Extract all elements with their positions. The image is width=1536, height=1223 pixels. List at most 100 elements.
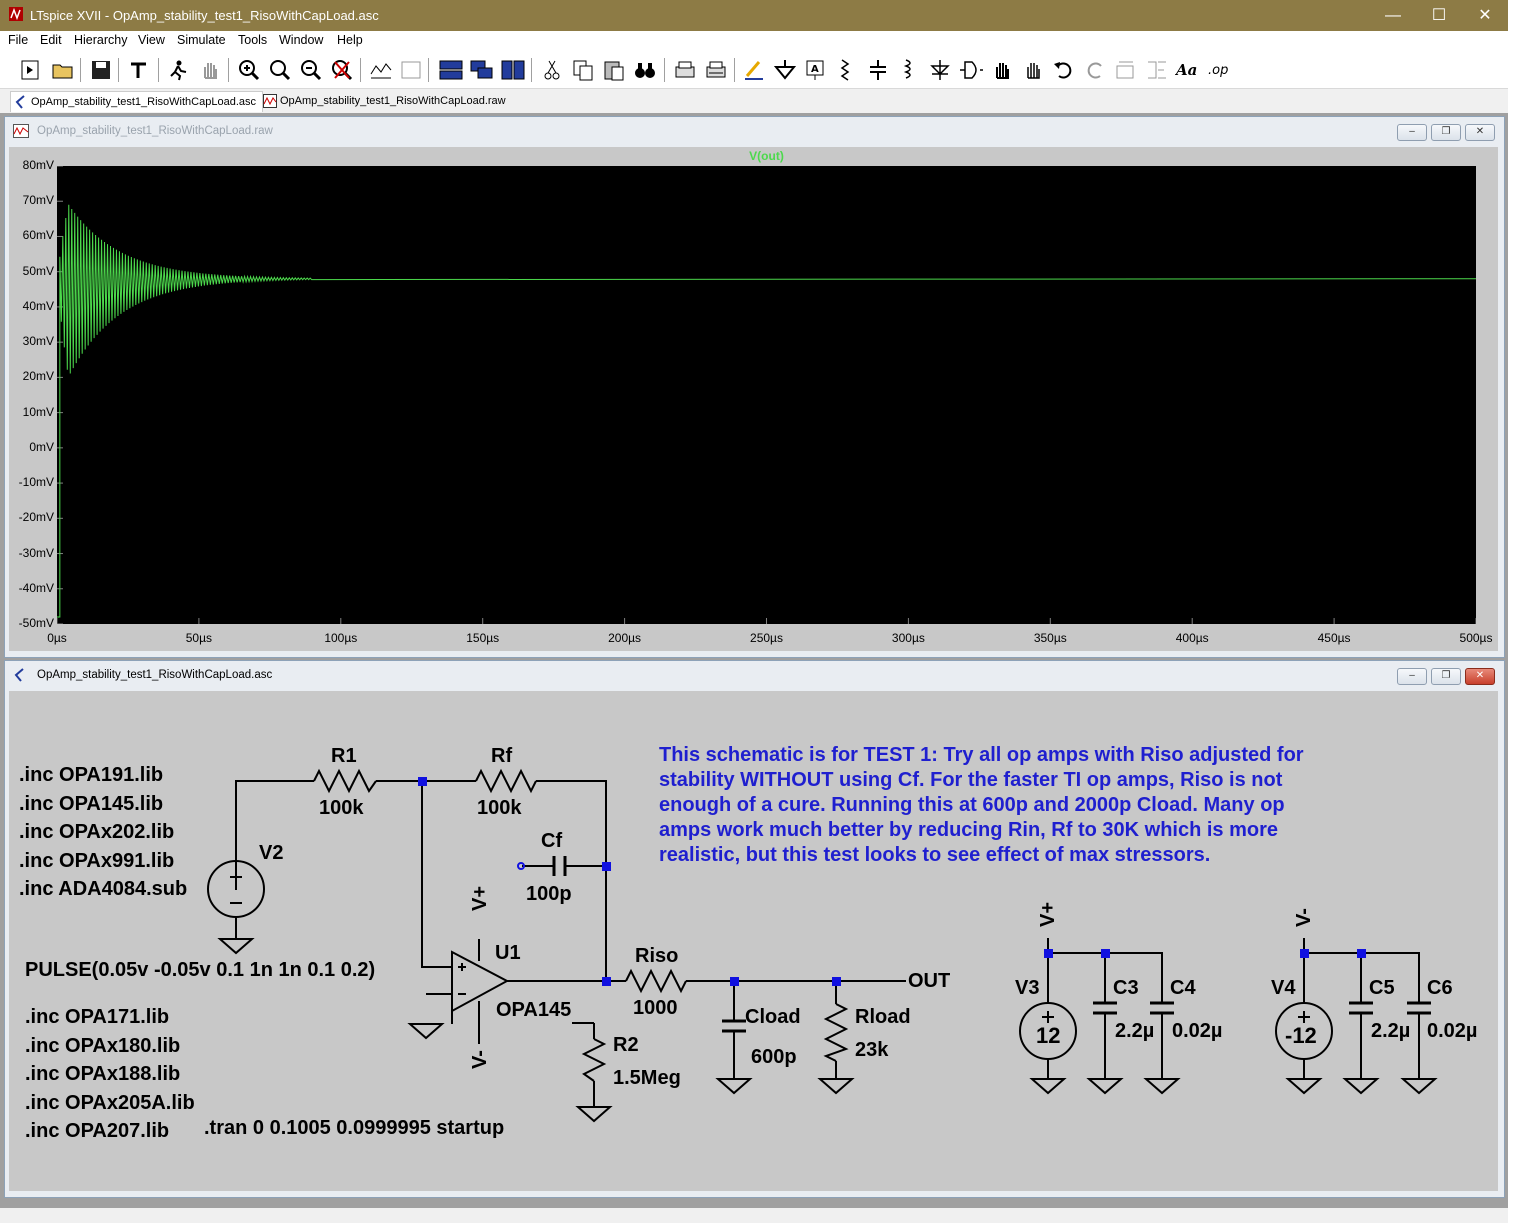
run-icon[interactable] — [165, 58, 191, 82]
cascade-icon[interactable] — [469, 58, 495, 82]
r1-value[interactable]: 100k — [319, 797, 364, 820]
zoom-out-icon[interactable] — [298, 58, 324, 82]
schematic-close-icon[interactable]: ✕ — [1465, 668, 1495, 685]
spice-directive-icon[interactable]: .op — [1206, 58, 1232, 82]
inductor-icon[interactable] — [896, 58, 922, 82]
schematic-comment[interactable]: This schematic is for TEST 1: Try all op… — [659, 743, 1304, 868]
cload-label[interactable]: Cload — [745, 1006, 801, 1029]
rf-value[interactable]: 100k — [477, 797, 522, 820]
trace-label[interactable]: V(out) — [57, 149, 1476, 163]
minimize-icon[interactable]: — — [1370, 0, 1416, 31]
menu-view[interactable]: View — [138, 33, 165, 47]
control-panel-icon[interactable] — [126, 58, 152, 82]
halt-icon[interactable] — [197, 58, 223, 82]
rload-label[interactable]: Rload — [855, 1006, 911, 1029]
c6-value[interactable]: 0.02µ — [1427, 1020, 1477, 1043]
c3-label[interactable]: C3 — [1113, 977, 1139, 1000]
waveform-restore-icon[interactable]: ❐ — [1431, 124, 1461, 141]
schematic-window-titlebar[interactable]: OpAmp_stability_test1_RisoWithCapLoad.as… — [5, 661, 1504, 689]
find-icon[interactable] — [632, 58, 658, 82]
directives-top[interactable]: .inc OPA191.lib .inc OPA145.lib .inc OPA… — [19, 761, 187, 904]
schematic-restore-icon[interactable]: ❐ — [1431, 668, 1461, 685]
open-icon[interactable] — [50, 58, 76, 82]
tile-vertical-icon[interactable] — [500, 58, 526, 82]
component-icon[interactable] — [958, 58, 984, 82]
directives-bottom[interactable]: .inc OPA171.lib .inc OPAx180.lib .inc OP… — [25, 1003, 195, 1146]
mirror-icon[interactable] — [1144, 58, 1170, 82]
cf-label[interactable]: Cf — [541, 830, 562, 853]
plot-area[interactable] — [57, 166, 1476, 624]
v4-net-label[interactable]: V- — [1293, 908, 1316, 927]
u1-label[interactable]: U1 — [495, 942, 521, 965]
riso-value[interactable]: 1000 — [633, 997, 678, 1020]
zoom-full-icon[interactable] — [329, 58, 355, 82]
c6-label[interactable]: C6 — [1427, 977, 1453, 1000]
text-icon[interactable]: Aa — [1175, 58, 1201, 82]
r2-value[interactable]: 1.5Meg — [613, 1067, 681, 1090]
c4-value[interactable]: 0.02µ — [1172, 1020, 1222, 1043]
schematic-canvas[interactable]: .inc OPA191.lib .inc OPA145.lib .inc OPA… — [9, 691, 1498, 1191]
v3-value[interactable]: 12 — [1036, 1023, 1060, 1049]
cload-value[interactable]: 600p — [751, 1046, 797, 1069]
pan-icon[interactable] — [267, 58, 293, 82]
waveform-close-icon[interactable]: ✕ — [1465, 124, 1495, 141]
redo-icon[interactable] — [1082, 58, 1108, 82]
undo-icon[interactable] — [1051, 58, 1077, 82]
menu-hierarchy[interactable]: Hierarchy — [74, 33, 128, 47]
r1-label[interactable]: R1 — [331, 745, 357, 768]
paste-icon[interactable] — [601, 58, 627, 82]
v4-value[interactable]: -12 — [1285, 1023, 1317, 1049]
waveform-minimize-icon[interactable]: – — [1397, 124, 1427, 141]
close-icon[interactable]: ✕ — [1462, 0, 1508, 31]
c5-label[interactable]: C5 — [1369, 977, 1395, 1000]
c4-label[interactable]: C4 — [1170, 977, 1196, 1000]
copy-icon[interactable] — [570, 58, 596, 82]
tile-horizontal-icon[interactable] — [438, 58, 464, 82]
v2-label[interactable]: V2 — [259, 842, 283, 865]
menu-file[interactable]: File — [8, 33, 28, 47]
v3-label[interactable]: V3 — [1015, 977, 1039, 1000]
menu-simulate[interactable]: Simulate — [177, 33, 226, 47]
save-icon[interactable] — [88, 58, 114, 82]
drag-icon[interactable] — [1020, 58, 1046, 82]
menu-help[interactable]: Help — [337, 33, 363, 47]
c3-value[interactable]: 2.2µ — [1115, 1020, 1154, 1043]
tran-directive[interactable]: .tran 0 0.1005 0.0999995 startup — [204, 1117, 504, 1140]
pulse-source-value[interactable]: PULSE(0.05v -0.05v 0.1 1n 1n 0.1 0.2) — [25, 959, 375, 982]
menu-edit[interactable]: Edit — [40, 33, 62, 47]
menu-tools[interactable]: Tools — [238, 33, 267, 47]
maximize-icon[interactable]: ☐ — [1416, 0, 1462, 31]
diode-icon[interactable] — [927, 58, 953, 82]
print-icon[interactable] — [672, 58, 698, 82]
ground-icon[interactable] — [772, 58, 798, 82]
new-schematic-icon[interactable] — [18, 58, 44, 82]
rotate-icon[interactable] — [1113, 58, 1139, 82]
rload-value[interactable]: 23k — [855, 1039, 888, 1062]
menu-window[interactable]: Window — [279, 33, 323, 47]
rf-label[interactable]: Rf — [491, 745, 512, 768]
schematic-minimize-icon[interactable]: – — [1397, 668, 1427, 685]
move-icon[interactable] — [989, 58, 1015, 82]
c5-value[interactable]: 2.2µ — [1371, 1020, 1410, 1043]
waveform-window-titlebar[interactable]: OpAmp_stability_test1_RisoWithCapLoad.ra… — [5, 117, 1504, 145]
riso-label[interactable]: Riso — [635, 945, 678, 968]
cf-value[interactable]: 100p — [526, 883, 572, 906]
label-net-icon[interactable]: A — [803, 58, 829, 82]
draw-wire-icon[interactable] — [741, 58, 767, 82]
r2-label[interactable]: R2 — [613, 1034, 639, 1057]
v3-net-label[interactable]: V+ — [1037, 902, 1060, 927]
tab-waveform[interactable]: OpAmp_stability_test1_RisoWithCapLoad.ra… — [260, 91, 506, 111]
opamp-vplus-label[interactable]: V+ — [469, 886, 492, 911]
zoom-in-icon[interactable] — [236, 58, 262, 82]
resistor-icon[interactable] — [834, 58, 860, 82]
u1-model[interactable]: OPA145 — [496, 999, 571, 1022]
cut-icon[interactable] — [539, 58, 565, 82]
print-setup-icon[interactable] — [703, 58, 729, 82]
autorange-icon[interactable] — [368, 58, 394, 82]
capacitor-icon[interactable] — [865, 58, 891, 82]
out-net-label[interactable]: OUT — [908, 970, 950, 993]
manual-limits-icon[interactable] — [398, 58, 424, 82]
v4-label[interactable]: V4 — [1271, 977, 1295, 1000]
tab-schematic[interactable]: OpAmp_stability_test1_RisoWithCapLoad.as… — [10, 91, 264, 112]
opamp-vminus-label[interactable]: V- — [469, 1050, 492, 1069]
